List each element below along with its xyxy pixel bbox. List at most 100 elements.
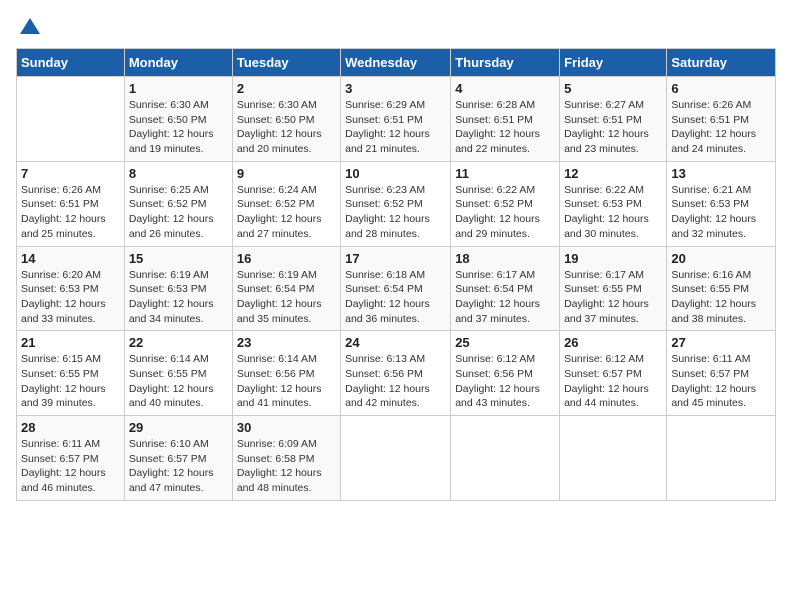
day-info: Sunrise: 6:29 AMSunset: 6:51 PMDaylight:… [345,98,446,157]
day-info: Sunrise: 6:26 AMSunset: 6:51 PMDaylight:… [21,183,120,242]
day-number: 27 [671,335,771,350]
day-info: Sunrise: 6:25 AMSunset: 6:52 PMDaylight:… [129,183,228,242]
calendar-cell: 21Sunrise: 6:15 AMSunset: 6:55 PMDayligh… [17,331,125,416]
calendar-cell: 27 Sunrise: 6:11 AMSunset: 6:57 PMDayligh… [667,331,776,416]
weekday-header-friday: Friday [560,49,667,77]
week-row-5: 28 Sunrise: 6:11 AMSunset: 6:57 PMDayligh… [17,416,776,501]
day-info: Sunrise: 6:09 AMSunset: 6:58 PMDaylight:… [237,437,336,496]
calendar-cell: 19Sunrise: 6:17 AMSunset: 6:55 PMDayligh… [560,246,667,331]
day-number: 18 [455,251,555,266]
day-number: 4 [455,81,555,96]
day-info: Sunrise: 6:10 AMSunset: 6:57 PMDaylight:… [129,437,228,496]
day-number: 29 [129,420,228,435]
day-number: 30 [237,420,336,435]
day-number: 3 [345,81,446,96]
day-info: Sunrise: 6:23 AMSunset: 6:52 PMDaylight:… [345,183,446,242]
day-info: Sunrise: 6:19 AMSunset: 6:54 PMDaylight:… [237,268,336,327]
day-number: 26 [564,335,662,350]
day-info: Sunrise: 6:14 AMSunset: 6:55 PMDaylight:… [129,352,228,411]
day-info: Sunrise: 6:30 AMSunset: 6:50 PMDaylight:… [129,98,228,157]
week-row-2: 7 Sunrise: 6:26 AMSunset: 6:51 PMDaylight… [17,161,776,246]
weekday-header-monday: Monday [124,49,232,77]
calendar-cell: 7 Sunrise: 6:26 AMSunset: 6:51 PMDaylight… [17,161,125,246]
day-info: Sunrise: 6:20 AMSunset: 6:53 PMDaylight:… [21,268,120,327]
calendar-cell [451,416,560,501]
day-number: 19 [564,251,662,266]
day-info: Sunrise: 6:16 AMSunset: 6:55 PMDaylight:… [671,268,771,327]
day-number: 14 [21,251,120,266]
day-info: Sunrise: 6:17 AMSunset: 6:54 PMDaylight:… [455,268,555,327]
week-row-4: 21Sunrise: 6:15 AMSunset: 6:55 PMDayligh… [17,331,776,416]
calendar-cell: 1 Sunrise: 6:30 AMSunset: 6:50 PMDaylight… [124,77,232,162]
calendar-cell: 14 Sunrise: 6:20 AMSunset: 6:53 PMDayligh… [17,246,125,331]
day-number: 7 [21,166,120,181]
day-info: Sunrise: 6:24 AMSunset: 6:52 PMDaylight:… [237,183,336,242]
calendar-cell: 13 Sunrise: 6:21 AMSunset: 6:53 PMDayligh… [667,161,776,246]
day-info: Sunrise: 6:27 AMSunset: 6:51 PMDaylight:… [564,98,662,157]
calendar-cell: 10 Sunrise: 6:23 AMSunset: 6:52 PMDayligh… [341,161,451,246]
week-row-1: 1 Sunrise: 6:30 AMSunset: 6:50 PMDaylight… [17,77,776,162]
day-info: Sunrise: 6:11 AMSunset: 6:57 PMDaylight:… [671,352,771,411]
logo [16,16,42,36]
calendar-cell: 11Sunrise: 6:22 AMSunset: 6:52 PMDayligh… [451,161,560,246]
day-number: 17 [345,251,446,266]
day-number: 11 [455,166,555,181]
day-info: Sunrise: 6:21 AMSunset: 6:53 PMDaylight:… [671,183,771,242]
calendar-cell: 18 Sunrise: 6:17 AMSunset: 6:54 PMDayligh… [451,246,560,331]
day-number: 23 [237,335,336,350]
calendar-cell [667,416,776,501]
logo-icon [18,16,42,40]
day-info: Sunrise: 6:12 AMSunset: 6:57 PMDaylight:… [564,352,662,411]
calendar-cell: 23 Sunrise: 6:14 AMSunset: 6:56 PMDayligh… [232,331,340,416]
calendar-cell: 2 Sunrise: 6:30 AMSunset: 6:50 PMDaylight… [232,77,340,162]
day-info: Sunrise: 6:11 AMSunset: 6:57 PMDaylight:… [21,437,120,496]
calendar-cell [341,416,451,501]
day-number: 12 [564,166,662,181]
calendar-cell: 30 Sunrise: 6:09 AMSunset: 6:58 PMDayligh… [232,416,340,501]
day-number: 13 [671,166,771,181]
day-number: 5 [564,81,662,96]
day-info: Sunrise: 6:19 AMSunset: 6:53 PMDaylight:… [129,268,228,327]
calendar-cell: 20Sunrise: 6:16 AMSunset: 6:55 PMDayligh… [667,246,776,331]
day-info: Sunrise: 6:13 AMSunset: 6:56 PMDaylight:… [345,352,446,411]
weekday-header-wednesday: Wednesday [341,49,451,77]
calendar-cell: 24Sunrise: 6:13 AMSunset: 6:56 PMDayligh… [341,331,451,416]
calendar-cell [560,416,667,501]
calendar-cell: 28 Sunrise: 6:11 AMSunset: 6:57 PMDayligh… [17,416,125,501]
day-number: 16 [237,251,336,266]
calendar-cell: 3 Sunrise: 6:29 AMSunset: 6:51 PMDaylight… [341,77,451,162]
weekday-header-sunday: Sunday [17,49,125,77]
weekday-header-saturday: Saturday [667,49,776,77]
day-number: 28 [21,420,120,435]
calendar-cell: 6Sunrise: 6:26 AMSunset: 6:51 PMDaylight… [667,77,776,162]
calendar-cell: 15 Sunrise: 6:19 AMSunset: 6:53 PMDayligh… [124,246,232,331]
day-number: 15 [129,251,228,266]
day-number: 10 [345,166,446,181]
day-number: 1 [129,81,228,96]
page-header [16,16,776,36]
calendar-cell: 9 Sunrise: 6:24 AMSunset: 6:52 PMDaylight… [232,161,340,246]
day-info: Sunrise: 6:14 AMSunset: 6:56 PMDaylight:… [237,352,336,411]
calendar-cell: 8 Sunrise: 6:25 AMSunset: 6:52 PMDaylight… [124,161,232,246]
calendar-cell: 26 Sunrise: 6:12 AMSunset: 6:57 PMDayligh… [560,331,667,416]
calendar-cell: 17 Sunrise: 6:18 AMSunset: 6:54 PMDayligh… [341,246,451,331]
day-number: 22 [129,335,228,350]
calendar-cell: 16 Sunrise: 6:19 AMSunset: 6:54 PMDayligh… [232,246,340,331]
day-number: 2 [237,81,336,96]
weekday-header-tuesday: Tuesday [232,49,340,77]
day-number: 25 [455,335,555,350]
day-number: 9 [237,166,336,181]
day-number: 21 [21,335,120,350]
day-number: 6 [671,81,771,96]
weekday-header-thursday: Thursday [451,49,560,77]
calendar-cell [17,77,125,162]
week-row-3: 14 Sunrise: 6:20 AMSunset: 6:53 PMDayligh… [17,246,776,331]
calendar-cell: 29 Sunrise: 6:10 AMSunset: 6:57 PMDayligh… [124,416,232,501]
weekday-header-row: SundayMondayTuesdayWednesdayThursdayFrid… [17,49,776,77]
day-info: Sunrise: 6:18 AMSunset: 6:54 PMDaylight:… [345,268,446,327]
day-info: Sunrise: 6:12 AMSunset: 6:56 PMDaylight:… [455,352,555,411]
day-info: Sunrise: 6:28 AMSunset: 6:51 PMDaylight:… [455,98,555,157]
calendar-cell: 5 Sunrise: 6:27 AMSunset: 6:51 PMDaylight… [560,77,667,162]
day-number: 8 [129,166,228,181]
day-info: Sunrise: 6:30 AMSunset: 6:50 PMDaylight:… [237,98,336,157]
